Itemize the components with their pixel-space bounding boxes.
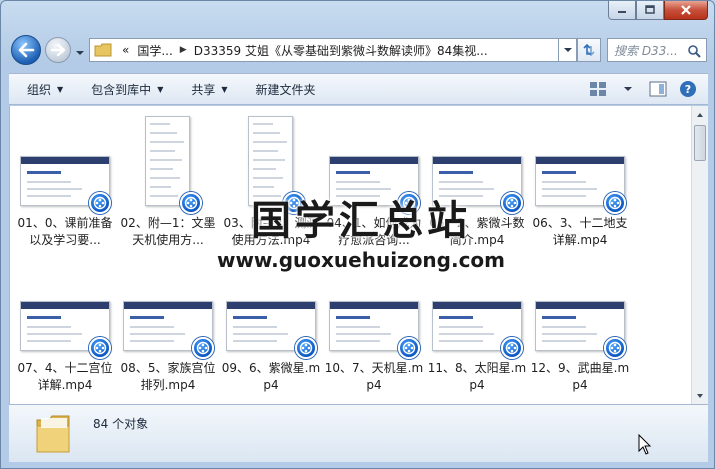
view-controls: ? <box>588 79 698 99</box>
search-placeholder: 搜索 D33... <box>614 43 678 58</box>
vertical-scrollbar[interactable] <box>691 106 708 404</box>
chevron-down-icon <box>624 87 632 91</box>
file-item[interactable]: 10、7、天机星.mp4 <box>324 259 424 399</box>
arrow-left-icon <box>18 42 35 58</box>
search-input[interactable]: 搜索 D33... <box>607 38 707 62</box>
search-icon[interactable] <box>687 44 701 58</box>
dropdown-arrow-icon: ▼ <box>157 84 164 94</box>
svg-text:?: ? <box>685 83 691 96</box>
chevron-down-icon <box>697 393 703 398</box>
folder-icon <box>36 415 70 453</box>
details-pane: 84 个对象 <box>9 404 708 462</box>
file-name: 02、附—1：文墨天机使用方... <box>120 216 216 247</box>
file-item[interactable]: 02、附—1：文墨天机使用方... <box>118 114 218 254</box>
minimize-icon <box>618 11 626 13</box>
back-button[interactable] <box>11 35 41 65</box>
file-item[interactable]: 12、9、武曲星.mp4 <box>530 259 630 399</box>
watermark-url: www.guoxuehuizong.com <box>216 248 506 272</box>
address-bar[interactable]: « 国学... ▶ D33359 艾姐《从零基础到紫微斗数解读师》84集视... <box>89 38 559 62</box>
video-player-icon <box>89 337 111 359</box>
chevron-up-icon <box>697 112 703 117</box>
item-count: 84 个对象 <box>93 417 149 431</box>
refresh-icon <box>583 43 595 57</box>
caption-buttons <box>608 1 708 20</box>
new-folder-button[interactable]: 新建文件夹 <box>246 76 326 102</box>
video-player-icon <box>501 337 523 359</box>
file-item[interactable]: 11、8、太阳星.mp4 <box>427 259 527 399</box>
file-name: 06、3、十二地支详解.mp4 <box>532 216 628 247</box>
preview-pane-icon <box>649 81 667 97</box>
forward-button[interactable] <box>45 37 71 63</box>
close-button[interactable] <box>664 1 708 20</box>
scroll-up-button[interactable] <box>692 106 708 123</box>
video-thumbnail <box>145 116 190 206</box>
breadcrumb-separator-icon[interactable]: ▶ <box>180 45 187 55</box>
organize-menu[interactable]: 组织 ▼ <box>17 76 73 102</box>
breadcrumb-item-parent[interactable]: 国学... <box>137 42 172 59</box>
maximize-icon <box>645 5 655 14</box>
file-name: 12、9、武曲星.mp4 <box>530 361 630 392</box>
file-item[interactable]: 08、5、家族宫位排列.mp4 <box>118 259 218 399</box>
video-player-icon <box>295 337 317 359</box>
file-item[interactable]: 07、4、十二宫位详解.mp4 <box>15 259 115 399</box>
video-player-icon <box>192 337 214 359</box>
help-icon: ? <box>680 81 696 97</box>
include-in-library-label: 包含到库中 <box>91 82 152 97</box>
new-folder-label: 新建文件夹 <box>255 82 316 97</box>
dropdown-arrow-icon: ▼ <box>57 84 64 94</box>
breadcrumb-overflow[interactable]: « <box>122 43 129 57</box>
scrollbar-thumb[interactable] <box>694 125 706 161</box>
include-in-library-menu[interactable]: 包含到库中 ▼ <box>81 76 173 102</box>
breadcrumb-item-current[interactable]: D33359 艾姐《从零基础到紫微斗数解读师》84集视... <box>194 42 488 59</box>
command-toolbar: 组织 ▼ 包含到库中 ▼ 共享 ▼ 新建文件夹 ? <box>9 73 708 105</box>
video-player-icon <box>398 337 420 359</box>
share-menu[interactable]: 共享 ▼ <box>181 76 237 102</box>
chevron-down-icon <box>563 48 572 52</box>
help-button[interactable]: ? <box>678 79 698 99</box>
file-item[interactable]: 09、6、紫微星.mp4 <box>221 259 321 399</box>
dropdown-arrow-icon: ▼ <box>221 84 228 94</box>
refresh-button[interactable] <box>577 38 601 62</box>
close-icon <box>681 5 691 15</box>
file-name: 09、6、紫微星.mp4 <box>221 361 321 392</box>
organize-label: 组织 <box>27 82 52 97</box>
change-view-button[interactable] <box>588 79 608 99</box>
address-history-button[interactable] <box>559 38 577 62</box>
explorer-window: « 国学... ▶ D33359 艾姐《从零基础到紫微斗数解读师》84集视...… <box>0 0 715 469</box>
file-name: 08、5、家族宫位排列.mp4 <box>120 361 216 392</box>
file-name: 10、7、天机星.mp4 <box>324 361 424 392</box>
navigation-row: « 国学... ▶ D33359 艾姐《从零基础到紫微斗数解读师》84集视...… <box>9 34 708 66</box>
preview-pane-button[interactable] <box>648 79 668 99</box>
file-name: 01、0、课前准备以及学习要... <box>17 216 113 247</box>
chevron-down-icon <box>76 51 84 55</box>
view-grid-icon <box>590 82 606 96</box>
watermark-title: 国学汇总站 <box>251 197 471 244</box>
view-options-button[interactable] <box>618 79 638 99</box>
scroll-down-button[interactable] <box>692 387 708 404</box>
share-label: 共享 <box>191 82 216 97</box>
file-item[interactable]: 06、3、十二地支详解.mp4 <box>530 114 630 254</box>
minimize-button[interactable] <box>608 1 636 20</box>
video-player-icon <box>89 192 111 214</box>
file-name: 07、4、十二宫位详解.mp4 <box>17 361 113 392</box>
folder-icon <box>94 43 112 57</box>
video-player-icon <box>604 337 626 359</box>
video-player-icon <box>180 192 202 214</box>
arrow-right-icon <box>50 43 66 57</box>
recent-pages-button[interactable] <box>75 46 85 60</box>
file-name: 11、8、太阳星.mp4 <box>427 361 527 392</box>
video-player-icon <box>604 192 626 214</box>
maximize-button[interactable] <box>636 1 664 20</box>
file-item[interactable]: 01、0、课前准备以及学习要... <box>15 114 115 254</box>
mouse-cursor-icon <box>638 434 652 455</box>
